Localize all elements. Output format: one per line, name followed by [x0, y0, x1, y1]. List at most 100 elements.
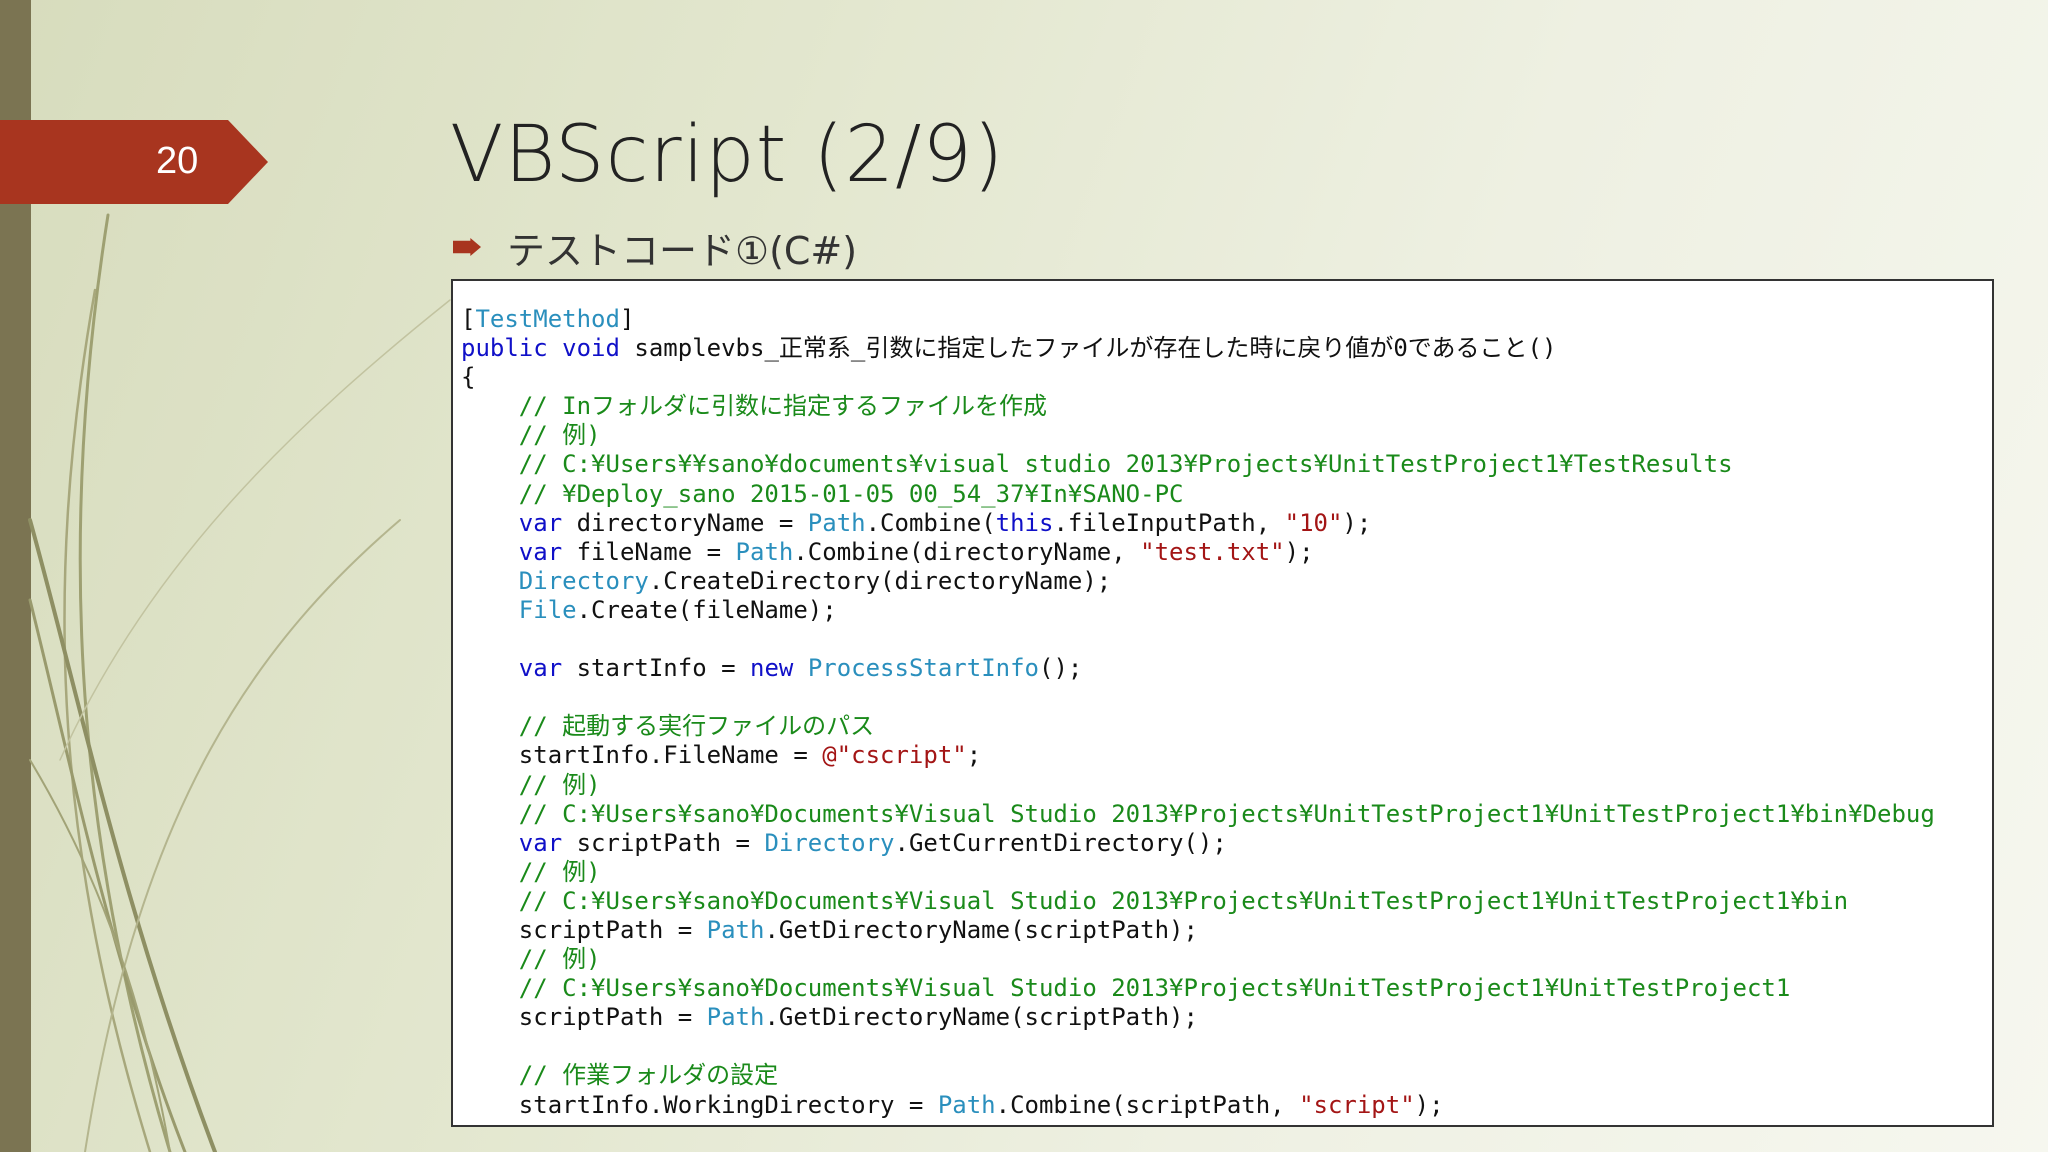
code-token: startInfo.FileName = — [461, 741, 823, 770]
code-line: // C:¥Users¥sano¥Documents¥Visual Studio… — [461, 887, 1935, 916]
code-token: .Combine(directoryName, — [793, 537, 1141, 566]
code-token: scriptPath = — [562, 828, 765, 857]
code-line: scriptPath = Path.GetDirectoryName(scrip… — [461, 916, 1935, 945]
code-token: scriptPath = — [461, 1003, 707, 1032]
code-line: // 起動する実行ファイルのパス — [461, 712, 1935, 741]
code-line: // 例) — [461, 421, 1935, 450]
code-token: // 作業フォルダの設定 — [461, 1061, 779, 1090]
code-token: ); — [1284, 537, 1314, 566]
code-token: (); — [1039, 654, 1083, 683]
code-token: samplevbs_正常系_引数に指定したファイルが存在した時に戻り値が0である… — [619, 334, 1557, 363]
code-line: // Inフォルダに引数に指定するファイルを作成 — [461, 392, 1935, 421]
code-token: startInfo = — [562, 654, 750, 683]
code-token: .fileInputPath, — [1053, 508, 1285, 537]
slide-title: VBScript (2/9) — [450, 110, 1005, 200]
code-token: // C:¥Users¥sano¥Documents¥Visual Studio… — [461, 799, 1935, 828]
code-token: var — [518, 537, 563, 566]
code-token: .Combine( — [865, 508, 996, 537]
code-token: var — [518, 508, 563, 537]
code-token: Path — [937, 1090, 996, 1119]
arrow-bullet-icon — [453, 238, 481, 256]
code-token: Directory — [518, 566, 649, 595]
code-line: // ¥Deploy_sano 2015-01-05 00_54_37¥In¥S… — [461, 480, 1935, 509]
code-token: { — [461, 363, 476, 392]
code-token: .GetDirectoryName(scriptPath); — [764, 1003, 1198, 1032]
code-token: ProcessStartInfo — [807, 654, 1039, 683]
code-token: "script" — [1299, 1090, 1415, 1119]
code-token: public — [461, 334, 548, 363]
code-token: // Inフォルダに引数に指定するファイルを作成 — [461, 392, 1048, 421]
code-line: // 例) — [461, 945, 1935, 974]
code-token: Path — [735, 537, 794, 566]
code-token: ] — [619, 305, 635, 333]
code-token: ); — [1414, 1090, 1444, 1119]
code-line: // 作業フォルダの設定 — [461, 1061, 1935, 1090]
code-token: var — [518, 828, 563, 857]
code-token: directoryName = — [562, 508, 808, 537]
code-token: // 例) — [461, 770, 601, 799]
code-line: // C:¥Users¥sano¥Documents¥Visual Studio… — [461, 800, 1935, 829]
code-token: // 例) — [461, 857, 601, 886]
bullet-text: テストコード①(C#) — [507, 228, 858, 273]
code-token: this — [995, 508, 1054, 537]
code-token: Path — [807, 508, 866, 537]
code-token: startInfo.WorkingDirectory = — [461, 1090, 938, 1119]
code-token: Path — [706, 1003, 765, 1032]
code-token: fileName = — [562, 537, 736, 566]
code-line: public void samplevbs_正常系_引数に指定したファイルが存在… — [461, 334, 1935, 363]
code-line: startInfo.WorkingDirectory = Path.Combin… — [461, 1091, 1935, 1120]
code-token: // C:¥Users¥sano¥Documents¥Visual Studio… — [461, 974, 1791, 1003]
code-token: @"cscript" — [822, 741, 967, 770]
code-line: var directoryName = Path.Combine(this.fi… — [461, 509, 1935, 538]
code-line: // 例) — [461, 771, 1935, 800]
code-line: var fileName = Path.Combine(directoryNam… — [461, 538, 1935, 567]
code-token: Path — [706, 915, 765, 944]
code-token: .GetDirectoryName(scriptPath); — [764, 915, 1198, 944]
code-line: startInfo.FileName = @"cscript"; — [461, 741, 1935, 770]
code-line: Directory.CreateDirectory(directoryName)… — [461, 567, 1935, 596]
code-line: { — [461, 363, 1935, 392]
code-token: .Combine(scriptPath, — [995, 1090, 1300, 1119]
code-line: var scriptPath = Directory.GetCurrentDir… — [461, 829, 1935, 858]
code-line: // C:¥Users¥¥sano¥documents¥visual studi… — [461, 450, 1935, 479]
code-token: scriptPath = — [461, 915, 707, 944]
code-token: File — [518, 595, 577, 624]
code-token: // C:¥Users¥sano¥Documents¥Visual Studio… — [461, 886, 1849, 915]
code-token: void — [562, 334, 620, 363]
code-token: TestMethod — [475, 305, 620, 333]
slide-number-tag — [0, 120, 268, 204]
code-line: // 例) — [461, 858, 1935, 887]
code-token: Directory — [764, 828, 895, 857]
code-token: // C:¥Users¥¥sano¥documents¥visual studi… — [461, 450, 1733, 479]
code-line: var startInfo = new ProcessStartInfo(); — [461, 654, 1935, 683]
code-line: // C:¥Users¥sano¥Documents¥Visual Studio… — [461, 974, 1935, 1003]
code-token: "10" — [1284, 508, 1343, 537]
code-block: [TestMethod] public void samplevbs_正常系_引数… — [461, 305, 1935, 1120]
bullet-item: テストコード①(C#) — [453, 224, 857, 273]
code-token: .CreateDirectory(directoryName); — [648, 566, 1112, 595]
code-line: scriptPath = Path.GetDirectoryName(scrip… — [461, 1003, 1935, 1032]
code-token: // 例) — [461, 945, 601, 974]
code-token: ; — [966, 741, 982, 770]
code-token: var — [518, 654, 563, 683]
code-token: new — [750, 654, 794, 683]
code-token: // 例) — [461, 421, 601, 450]
code-token: // 起動する実行ファイルのパス — [461, 712, 875, 741]
code-token: [ — [461, 305, 476, 333]
code-line: [TestMethod] — [461, 305, 1935, 334]
code-token: // ¥Deploy_sano 2015-01-05 00_54_37¥In¥S… — [461, 479, 1184, 508]
code-token: .GetCurrentDirectory(); — [894, 828, 1227, 857]
slide-number: 20 — [156, 140, 199, 182]
code-token: ); — [1342, 508, 1372, 537]
